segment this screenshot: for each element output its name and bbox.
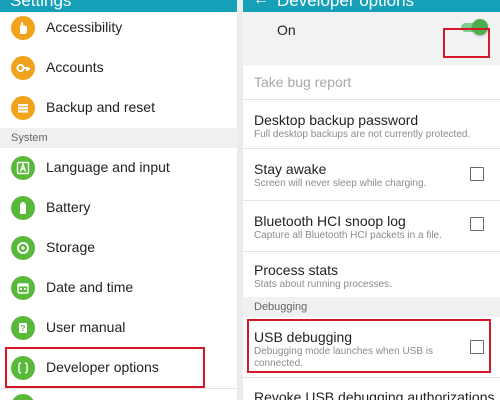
bluetooth-hci-snoop-log-label: Bluetooth HCI snoop log bbox=[254, 213, 406, 229]
stay-awake-checkbox[interactable] bbox=[470, 167, 484, 181]
desktop-backup-password-item[interactable]: Desktop backup password Full desktop bac… bbox=[243, 100, 500, 148]
manual-icon: ? bbox=[11, 316, 35, 340]
highlight-box-developer-options bbox=[5, 347, 205, 388]
language-icon bbox=[11, 156, 35, 180]
settings-item-partial[interactable] bbox=[0, 389, 237, 400]
process-stats-label: Process stats bbox=[254, 262, 339, 278]
stay-awake-item[interactable]: Stay awake Screen will never sleep while… bbox=[243, 149, 500, 200]
settings-item-label: Language and input bbox=[46, 159, 170, 175]
desktop-backup-password-label: Desktop backup password bbox=[254, 112, 419, 128]
settings-item-label: User manual bbox=[46, 319, 126, 335]
settings-item-label: Battery bbox=[46, 199, 91, 215]
section-label: Debugging bbox=[254, 301, 308, 313]
desktop-backup-password-description: Full desktop backups are not currently p… bbox=[254, 129, 471, 140]
settings-item-label: Storage bbox=[46, 239, 96, 255]
settings-item-accessibility[interactable]: Accessibility bbox=[0, 12, 237, 44]
bluetooth-hci-snoop-log-checkbox[interactable] bbox=[470, 217, 484, 231]
backup-icon bbox=[11, 96, 35, 120]
process-stats-description: Stats about running processes. bbox=[254, 279, 392, 290]
master-switch-label: On bbox=[277, 22, 296, 38]
developer-options-app-bar: ← Developer options bbox=[243, 0, 500, 12]
highlight-box-toggle bbox=[443, 28, 490, 58]
settings-item-backup-and-reset[interactable]: Backup and reset bbox=[0, 88, 237, 128]
hand-icon bbox=[11, 16, 35, 40]
take-bug-report-item[interactable]: Take bug report bbox=[243, 65, 500, 99]
developer-options-panel: ← Developer options On Take bug report D… bbox=[243, 0, 500, 400]
storage-icon bbox=[11, 236, 35, 260]
settings-item-user-manual[interactable]: ? User manual bbox=[0, 308, 237, 348]
settings-item-storage[interactable]: Storage bbox=[0, 228, 237, 268]
bluetooth-hci-snoop-log-description: Capture all Bluetooth HCI packets in a f… bbox=[254, 230, 442, 241]
section-header-debugging: Debugging bbox=[243, 297, 500, 317]
take-bug-report-label: Take bug report bbox=[254, 74, 352, 90]
settings-item-label: Backup and reset bbox=[46, 99, 155, 115]
settings-app-bar: Settings bbox=[0, 0, 237, 12]
battery-icon bbox=[11, 196, 35, 220]
section-label: System bbox=[11, 132, 48, 144]
stay-awake-description: Screen will never sleep while charging. bbox=[254, 178, 427, 189]
bluetooth-hci-snoop-log-item[interactable]: Bluetooth HCI snoop log Capture all Blue… bbox=[243, 201, 500, 251]
settings-item-language-and-input[interactable]: Language and input bbox=[0, 148, 237, 188]
settings-item-label: Accounts bbox=[46, 59, 104, 75]
stay-awake-label: Stay awake bbox=[254, 161, 327, 177]
section-header-system: System bbox=[0, 128, 237, 148]
revoke-usb-debugging-authorizations-label: Revoke USB debugging authorizations bbox=[254, 389, 495, 400]
key-icon bbox=[11, 56, 35, 80]
svg-text:?: ? bbox=[21, 324, 26, 333]
process-stats-item[interactable]: Process stats Stats about running proces… bbox=[243, 252, 500, 297]
settings-title: Settings bbox=[10, 0, 72, 10]
settings-item-accounts[interactable]: Accounts bbox=[0, 48, 237, 88]
settings-item-label: Date and time bbox=[46, 279, 134, 295]
settings-panel: Settings Accessibility Accounts Backup a… bbox=[0, 0, 237, 400]
revoke-usb-debugging-authorizations-item[interactable]: Revoke USB debugging authorizations bbox=[243, 378, 500, 400]
calendar-icon bbox=[11, 276, 35, 300]
back-arrow-icon[interactable]: ← bbox=[253, 0, 269, 9]
highlight-box-usb-debugging bbox=[247, 319, 491, 373]
settings-item-label: Accessibility bbox=[46, 19, 123, 35]
settings-icon bbox=[11, 394, 35, 400]
settings-item-battery[interactable]: Battery bbox=[0, 188, 237, 228]
settings-item-date-and-time[interactable]: Date and time bbox=[0, 268, 237, 308]
developer-options-title: Developer options bbox=[277, 0, 415, 10]
